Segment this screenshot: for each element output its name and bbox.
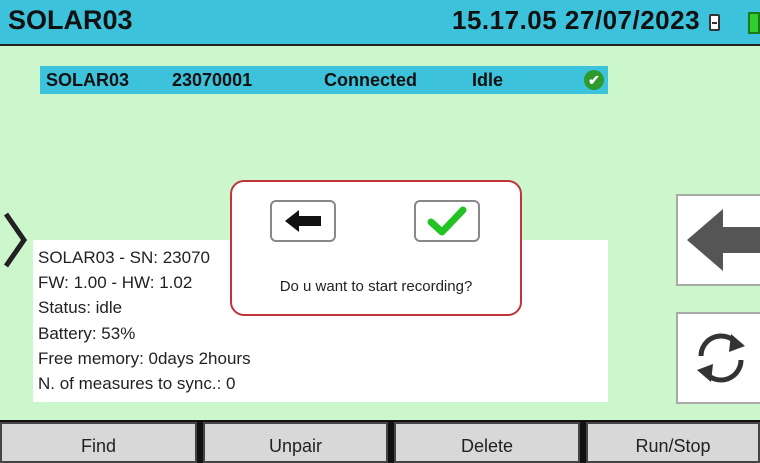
sd-card-icon bbox=[709, 14, 720, 31]
header-title: SOLAR03 bbox=[8, 5, 133, 35]
info-measures-to-sync: N. of measures to sync.: 0 bbox=[38, 374, 236, 393]
header-bar: SOLAR03 15.17.05 27/07/2023 bbox=[0, 0, 760, 46]
info-status: Status: idle bbox=[38, 298, 123, 317]
device-name: SOLAR03 bbox=[46, 70, 130, 90]
confirm-recording-dialog: Do u want to start recording? bbox=[230, 180, 522, 316]
device-list-item[interactable]: SOLAR03 23070001 Connected Idle ✔ bbox=[40, 66, 608, 94]
checkmark-icon bbox=[427, 206, 467, 236]
header-datetime: 15.17.05 27/07/2023 bbox=[452, 5, 701, 35]
back-button[interactable] bbox=[676, 194, 760, 286]
arrow-left-icon bbox=[285, 210, 321, 232]
dialog-message: Do u want to start recording? bbox=[279, 278, 473, 295]
dialog-confirm-button[interactable] bbox=[414, 200, 480, 242]
device-serial: 23070001 bbox=[172, 70, 253, 90]
chevron-right-icon[interactable] bbox=[0, 210, 30, 270]
unpair-button[interactable]: Unpair bbox=[203, 422, 388, 463]
info-battery: Battery: 53% bbox=[38, 324, 136, 343]
screen: SOLAR03 15.17.05 27/07/2023 SOLAR03 2307… bbox=[0, 0, 760, 463]
info-model-serial: SOLAR03 - SN: 23070 bbox=[38, 248, 210, 267]
dialog-cancel-button[interactable] bbox=[270, 200, 336, 242]
check-circle-icon: ✔ bbox=[584, 70, 604, 90]
battery-icon bbox=[748, 12, 760, 34]
info-free-memory: Free memory: 0days 2hours bbox=[38, 349, 251, 368]
arrow-left-icon bbox=[687, 209, 760, 271]
device-state: Idle bbox=[472, 70, 504, 90]
footer-toolbar: Find Unpair Delete Run/Stop bbox=[0, 420, 760, 463]
run-stop-button[interactable]: Run/Stop bbox=[586, 422, 760, 463]
refresh-icon bbox=[697, 333, 745, 383]
find-button[interactable]: Find bbox=[0, 422, 197, 463]
delete-button[interactable]: Delete bbox=[394, 422, 580, 463]
info-firmware-hardware: FW: 1.00 - HW: 1.02 bbox=[38, 273, 193, 292]
refresh-button[interactable] bbox=[676, 312, 760, 404]
device-connection-status: Connected bbox=[324, 70, 418, 90]
